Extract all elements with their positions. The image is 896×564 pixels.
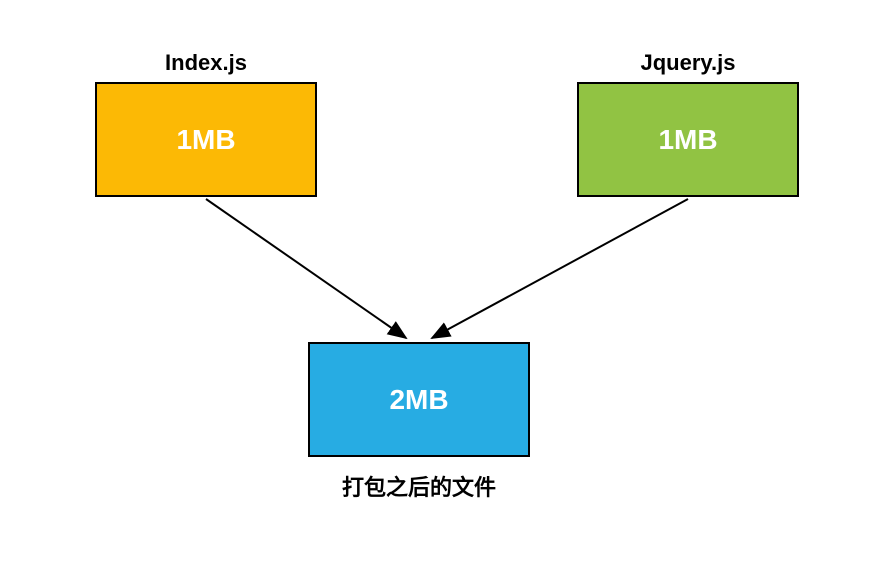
source-file-box-left: 1MB: [95, 82, 317, 197]
source-file-box-right: 1MB: [577, 82, 799, 197]
source-file-label-right: Jquery.js: [577, 50, 799, 76]
bundle-box: 2MB: [308, 342, 530, 457]
arrow-right: [432, 199, 688, 338]
source-file-size-right: 1MB: [658, 124, 717, 156]
arrow-left: [206, 199, 406, 338]
bundle-size: 2MB: [389, 384, 448, 416]
source-file-label-left: Index.js: [95, 50, 317, 76]
bundle-label: 打包之后的文件: [308, 470, 530, 502]
source-file-size-left: 1MB: [176, 124, 235, 156]
